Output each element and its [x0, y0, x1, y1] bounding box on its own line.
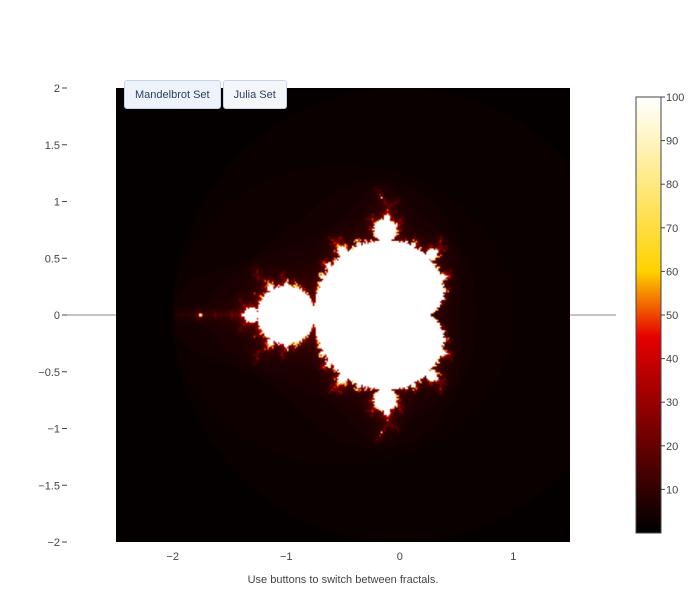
fractal-plot: −2 −1.5 −1 −0.5 0 0.5 1 1.5 2 −2 −1 0 1 10 20 30 40 50 6… [38, 83, 684, 586]
y-axis: −2 −1.5 −1 −0.5 0 0.5 1 1.5 2 [38, 83, 67, 549]
colorbar-tick-label: 100 [666, 92, 684, 104]
y-tick-label: −2 [47, 537, 60, 549]
colorbar-gradient [636, 97, 661, 533]
colorbar-tick-label: 80 [666, 179, 678, 191]
x-tick-label: 1 [510, 551, 516, 563]
fractal-switcher: Mandelbrot Set Julia Set [124, 80, 287, 109]
y-tick-label: 1.5 [45, 140, 60, 152]
x-axis: −2 −1 0 1 [166, 551, 516, 563]
mandelbrot-set-button[interactable]: Mandelbrot Set [124, 80, 221, 109]
y-tick-label: −1 [47, 424, 60, 436]
y-tick-label: −0.5 [38, 367, 60, 379]
fractal-heatmap[interactable] [116, 88, 570, 542]
colorbar-tick-label: 50 [666, 310, 678, 322]
y-tick-label: −1.5 [38, 480, 60, 492]
colorbar-ticks: 10 20 30 40 50 60 70 80 90 100 [661, 92, 684, 496]
y-tick-label: 0 [54, 310, 60, 322]
colorbar-tick-label: 20 [666, 441, 678, 453]
caption: Use buttons to switch between fractals. [248, 574, 439, 586]
colorbar-tick-label: 90 [666, 136, 678, 148]
x-tick-label: −1 [280, 551, 293, 563]
y-tick-label: 0.5 [45, 253, 60, 265]
colorbar-tick-label: 10 [666, 484, 678, 496]
julia-set-button[interactable]: Julia Set [222, 80, 287, 109]
y-tick-label: 2 [54, 83, 60, 95]
x-tick-label: 0 [397, 551, 403, 563]
x-tick-label: −2 [166, 551, 179, 563]
colorbar-tick-label: 30 [666, 397, 678, 409]
colorbar: 10 20 30 40 50 60 70 80 90 100 [635, 92, 684, 534]
colorbar-tick-label: 40 [666, 354, 678, 366]
colorbar-tick-label: 60 [666, 266, 678, 278]
colorbar-tick-label: 70 [666, 223, 678, 235]
y-tick-label: 1 [54, 197, 60, 209]
